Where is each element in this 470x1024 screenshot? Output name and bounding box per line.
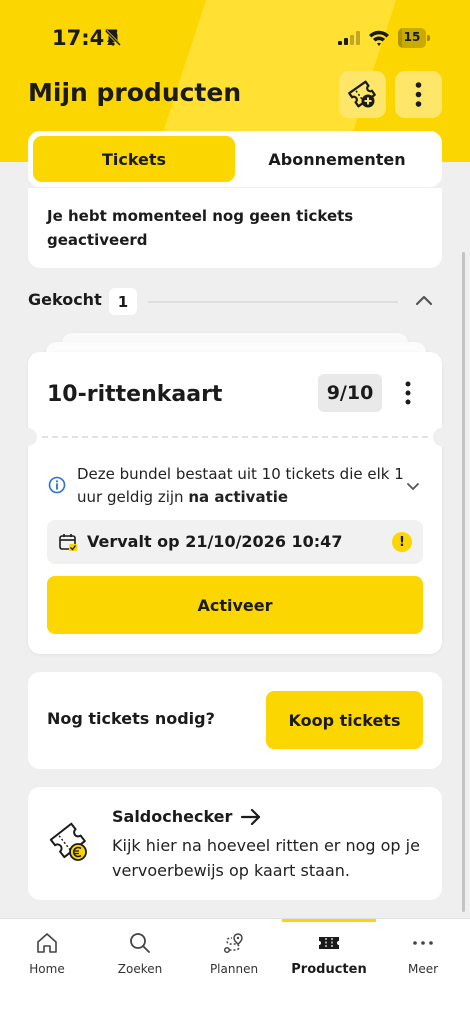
arrow-right-icon xyxy=(240,808,261,826)
no-active-tickets-card: Je hebt momenteel nog geen tickets geact… xyxy=(28,188,442,268)
more-options-button[interactable] xyxy=(395,71,442,118)
ticket-plus-icon xyxy=(348,80,376,108)
battery-nub xyxy=(427,35,430,41)
nav-products[interactable]: Producten xyxy=(289,931,369,991)
buy-tickets-card: Nog tickets nodig? Koop tickets xyxy=(28,672,442,769)
ticket-notch xyxy=(19,428,37,446)
home-icon xyxy=(37,933,57,953)
need-tickets-text: Nog tickets nodig? xyxy=(47,709,215,728)
product-tabs: Tickets Abonnementen xyxy=(28,131,442,187)
nav-search[interactable]: Zoeken xyxy=(100,931,180,991)
section-divider xyxy=(148,301,398,303)
ticket-info-bold: na activatie xyxy=(188,488,289,506)
bell-muted-icon xyxy=(104,29,122,47)
nav-home[interactable]: Home xyxy=(7,931,87,991)
saldochecker-card[interactable]: Saldochecker Kijk hier na hoeveel ritten… xyxy=(28,787,442,900)
more-vertical-icon xyxy=(415,82,422,107)
battery-level: 15 xyxy=(403,30,421,44)
page-title: Mijn producten xyxy=(28,78,242,107)
search-icon xyxy=(130,933,150,953)
wifi-icon xyxy=(369,30,389,46)
buy-tickets-button[interactable]: Koop tickets xyxy=(266,691,423,749)
status-bar: 17:47 15 xyxy=(0,0,470,76)
ticket-remaining-badge: 9/10 xyxy=(318,374,382,412)
ticket-card[interactable]: 10-rittenkaart 9/10 Deze bundel bestaat … xyxy=(19,352,451,654)
ticket-perforation xyxy=(42,436,428,438)
tab-abonnementen[interactable]: Abonnementen xyxy=(237,136,437,182)
nav-plan[interactable]: Plannen xyxy=(194,931,274,991)
battery-indicator: 15 xyxy=(398,28,430,48)
nav-search-label: Zoeken xyxy=(117,962,163,976)
active-tab-indicator xyxy=(282,919,376,922)
nav-plan-label: Plannen xyxy=(209,962,259,976)
nav-home-label: Home xyxy=(29,962,65,976)
ticket-icon xyxy=(319,937,339,949)
scrollbar[interactable] xyxy=(462,252,465,912)
ticket-menu-icon[interactable] xyxy=(396,378,420,408)
expiry-box: Vervalt op 21/10/2026 10:47 ! xyxy=(47,520,423,564)
more-horizontal-icon xyxy=(413,941,433,945)
battery-body: 15 xyxy=(398,28,426,48)
saldochecker-description: Kijk hier na hoeveel ritten er nog op je… xyxy=(112,836,420,880)
tab-tickets[interactable]: Tickets xyxy=(33,136,235,182)
warning-icon: ! xyxy=(392,532,412,552)
section-label: Gekocht xyxy=(28,290,102,309)
expiry-text: Vervalt op 21/10/2026 10:47 xyxy=(87,532,343,551)
activate-button[interactable]: Activeer xyxy=(47,576,423,634)
add-ticket-button[interactable] xyxy=(339,71,386,118)
section-count-badge: 1 xyxy=(109,288,137,315)
chevron-down-icon[interactable] xyxy=(405,480,421,492)
saldochecker-title: Saldochecker xyxy=(112,807,233,826)
nav-more[interactable]: Meer xyxy=(383,931,463,991)
ticket-notch xyxy=(433,428,451,446)
bottom-navigation: Home Zoeken Plannen Producten Meer xyxy=(0,918,470,1024)
saldo-ticket-icon xyxy=(49,822,87,861)
nav-products-label: Producten xyxy=(291,962,367,977)
calendar-icon xyxy=(59,534,77,551)
ticket-info-text: Deze bundel bestaat uit 10 tickets die e… xyxy=(77,463,407,509)
route-icon xyxy=(223,933,243,954)
nav-more-label: Meer xyxy=(407,962,439,976)
signal-icon xyxy=(338,31,360,45)
no-active-tickets-text: Je hebt momenteel nog geen tickets geact… xyxy=(47,207,354,249)
ticket-title: 10-rittenkaart xyxy=(47,382,223,407)
info-icon xyxy=(48,476,66,494)
chevron-up-icon[interactable] xyxy=(414,292,434,308)
